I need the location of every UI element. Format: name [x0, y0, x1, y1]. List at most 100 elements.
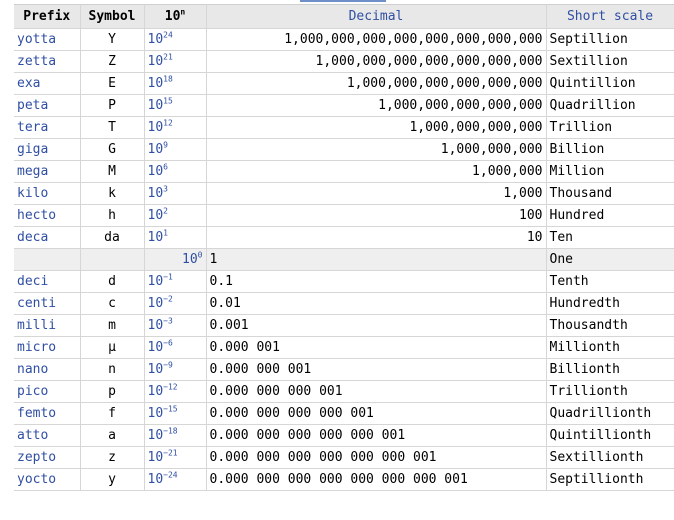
decimal-value: 1,000,000	[206, 160, 547, 183]
decimal-value: 1	[206, 248, 547, 271]
power-base: 10	[147, 274, 164, 289]
power-exponent: 18	[163, 74, 173, 84]
power-exponent: 2	[163, 206, 168, 216]
header-power[interactable]: 10n	[144, 4, 207, 29]
prefix-link[interactable]: zetta	[14, 50, 81, 73]
power-exponent: −12	[163, 382, 178, 392]
symbol-cell: Y	[80, 28, 145, 51]
power-of-ten-link[interactable]: 1015	[144, 94, 207, 117]
prefix-link[interactable]: yocto	[14, 468, 81, 491]
page: Prefix Symbol 10n Decimal Short scale yo…	[0, 0, 674, 520]
decimal-value: 1,000,000,000,000	[206, 116, 547, 139]
prefix-link[interactable]: kilo	[14, 182, 81, 205]
prefix-link[interactable]: nano	[14, 358, 81, 381]
power-exponent: 15	[163, 96, 173, 106]
short-scale-name: Trillionth	[546, 380, 674, 403]
power-base: 10	[147, 54, 164, 69]
power-of-ten-link[interactable]: 106	[144, 160, 207, 183]
prefix-link[interactable]: mega	[14, 160, 81, 183]
prefix-link[interactable]: pico	[14, 380, 81, 403]
decimal-value: 1,000,000,000,000,000	[206, 94, 547, 117]
power-base: 10	[147, 362, 164, 377]
power-exponent: −9	[163, 360, 173, 370]
short-scale-name: Septillion	[546, 28, 674, 51]
power-of-ten-link[interactable]: 10−6	[144, 336, 207, 359]
decimal-value: 0.001	[206, 314, 547, 337]
power-of-ten-link[interactable]: 1012	[144, 116, 207, 139]
power-of-ten-link[interactable]: 1021	[144, 50, 207, 73]
short-scale-name: Ten	[546, 226, 674, 249]
prefix-link[interactable]: micro	[14, 336, 81, 359]
power-base: 10	[147, 142, 164, 157]
short-scale-name: Trillion	[546, 116, 674, 139]
prefix-link[interactable]: yotta	[14, 28, 81, 51]
prefix-link[interactable]: milli	[14, 314, 81, 337]
power-of-ten-link[interactable]: 103	[144, 182, 207, 205]
prefix-link[interactable]: hecto	[14, 204, 81, 227]
symbol-cell: y	[80, 468, 145, 491]
decimal-value: 0.000 000 000 000 000 000 001	[206, 446, 547, 469]
power-of-ten-link[interactable]: 1024	[144, 28, 207, 51]
decimal-value: 1,000,000,000,000,000,000,000	[206, 50, 547, 73]
prefix-link[interactable]: tera	[14, 116, 81, 139]
prefix-link[interactable]: peta	[14, 94, 81, 117]
prefix-link[interactable]: deci	[14, 270, 81, 293]
power-of-ten-link[interactable]: 10−3	[144, 314, 207, 337]
prefix-link[interactable]: exa	[14, 72, 81, 95]
power-of-ten-link[interactable]: 10−12	[144, 380, 207, 403]
symbol-cell: p	[80, 380, 145, 403]
header-prefix[interactable]: Prefix	[14, 4, 81, 29]
decimal-value: 0.000 000 001	[206, 358, 547, 381]
short-scale-name: Quintillionth	[546, 424, 674, 447]
power-of-ten-link[interactable]: 10−2	[144, 292, 207, 315]
power-of-ten-link[interactable]: 10−1	[144, 270, 207, 293]
power-of-ten-link[interactable]: 10−24	[144, 468, 207, 491]
power-base: 10	[147, 76, 164, 91]
power-of-ten-link[interactable]: 10−9	[144, 358, 207, 381]
header-decimal[interactable]: Decimal	[206, 4, 547, 29]
prefix-link[interactable]: deca	[14, 226, 81, 249]
short-scale-name: One	[546, 248, 674, 271]
symbol-cell: G	[80, 138, 145, 161]
prefix-link[interactable]: giga	[14, 138, 81, 161]
power-exponent: −24	[163, 470, 178, 480]
header-symbol[interactable]: Symbol	[80, 4, 145, 29]
decimal-value: 1,000,000,000,000,000,000,000,000	[206, 28, 547, 51]
table-row: exa E 1018 1,000,000,000,000,000,000 Quintil…	[14, 72, 674, 95]
power-base: 10	[147, 296, 164, 311]
prefix-link[interactable]: atto	[14, 424, 81, 447]
symbol-cell	[80, 248, 145, 271]
short-scale-name: Million	[546, 160, 674, 183]
prefix-link[interactable]: femto	[14, 402, 81, 425]
power-base: 10	[147, 406, 164, 421]
symbol-cell: μ	[80, 336, 145, 359]
decimal-value: 1,000,000,000,000,000,000	[206, 72, 547, 95]
power-of-ten-link[interactable]: 10−15	[144, 402, 207, 425]
power-of-ten-link[interactable]: 102	[144, 204, 207, 227]
symbol-cell: da	[80, 226, 145, 249]
power-exponent: 24	[163, 30, 173, 40]
table-body: yotta Y 1024 1,000,000,000,000,000,000,000,…	[14, 28, 674, 491]
prefix-link[interactable]: centi	[14, 292, 81, 315]
power-base: 10	[147, 32, 164, 47]
scroll-indicator	[300, 0, 386, 2]
table-row: deca da 101 10 Ten	[14, 226, 674, 249]
symbol-cell: h	[80, 204, 145, 227]
short-scale-name: Quadrillionth	[546, 402, 674, 425]
table-row: giga G 109 1,000,000,000 Billion	[14, 138, 674, 161]
power-of-ten-link[interactable]: 1018	[144, 72, 207, 95]
table-row: mega M 106 1,000,000 Million	[14, 160, 674, 183]
power-of-ten-link[interactable]: 10−21	[144, 446, 207, 469]
prefix-link	[14, 248, 81, 271]
decimal-value: 0.000 000 000 001	[206, 380, 547, 403]
power-of-ten-link[interactable]: 100	[144, 248, 207, 271]
table-row: kilo k 103 1,000 Thousand	[14, 182, 674, 205]
decimal-value: 100	[206, 204, 547, 227]
power-of-ten-link[interactable]: 101	[144, 226, 207, 249]
header-power-exponent: n	[180, 7, 186, 17]
header-short-scale[interactable]: Short scale	[546, 4, 674, 29]
table-row: zetta Z 1021 1,000,000,000,000,000,000,000 S…	[14, 50, 674, 73]
power-of-ten-link[interactable]: 109	[144, 138, 207, 161]
prefix-link[interactable]: zepto	[14, 446, 81, 469]
power-of-ten-link[interactable]: 10−18	[144, 424, 207, 447]
